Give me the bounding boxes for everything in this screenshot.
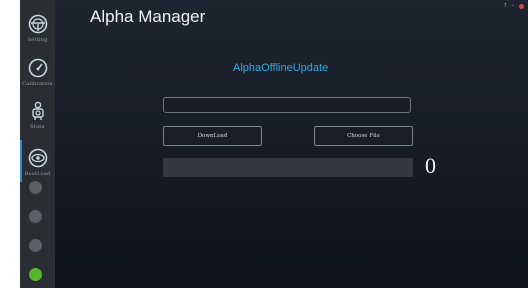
sidebar-item-state[interactable]: State bbox=[20, 99, 55, 141]
download-button[interactable]: DownLoad bbox=[163, 126, 262, 146]
status-indicator bbox=[29, 239, 42, 252]
choose-file-button[interactable]: Choose File bbox=[314, 126, 413, 146]
sidebar-item-setting[interactable]: Setting bbox=[20, 12, 55, 54]
app-title: Alpha Manager bbox=[90, 7, 206, 26]
progress-value: 0 bbox=[425, 153, 436, 178]
sidebar-item-label: Setting bbox=[27, 37, 48, 43]
sidebar: Setting Calibration State BootLoad bbox=[20, 0, 55, 288]
file-path-input[interactable] bbox=[163, 97, 411, 113]
eye-icon bbox=[28, 148, 47, 168]
status-indicator bbox=[29, 268, 42, 281]
minimize-icon[interactable]: – bbox=[512, 3, 515, 9]
section-title: AlphaOfflineUpdate bbox=[233, 62, 329, 74]
status-indicator bbox=[29, 210, 42, 223]
sidebar-item-label: BootLoad bbox=[24, 171, 51, 177]
window-controls: ? – bbox=[504, 3, 524, 9]
gauge-icon bbox=[28, 58, 47, 78]
sidebar-item-label: Calibration bbox=[22, 81, 53, 87]
help-icon[interactable]: ? bbox=[504, 3, 507, 9]
robot-icon bbox=[31, 101, 44, 120]
progress-bar bbox=[163, 158, 413, 177]
app-window: Setting Calibration State BootLoad Alpha… bbox=[20, 0, 528, 288]
sidebar-item-calibration[interactable]: Calibration bbox=[20, 56, 55, 98]
status-indicator bbox=[29, 181, 42, 194]
sidebar-item-label: State bbox=[30, 124, 45, 130]
steering-wheel-icon bbox=[28, 14, 47, 34]
close-icon[interactable] bbox=[519, 3, 524, 9]
